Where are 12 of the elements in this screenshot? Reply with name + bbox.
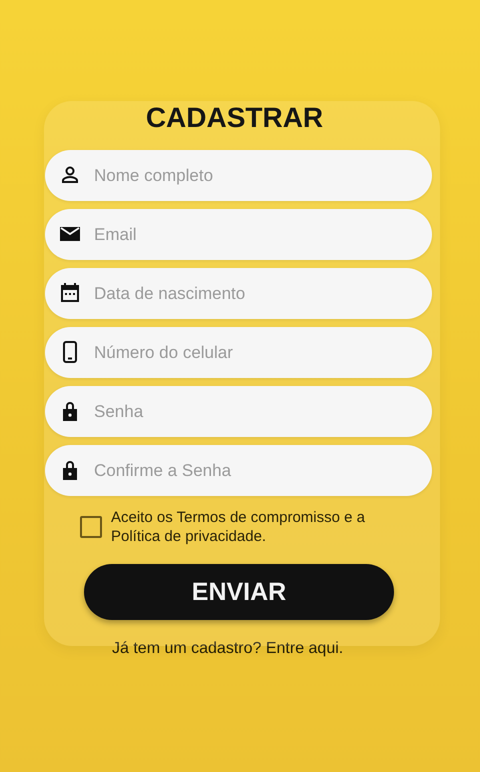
form-title: CADASTRAR xyxy=(144,101,324,135)
input-field[interactable]: Data de nascimento xyxy=(45,268,432,319)
input-field[interactable]: Senha xyxy=(45,386,432,437)
input-field[interactable]: Nome completo xyxy=(45,150,432,201)
input-field[interactable]: Número do celular xyxy=(45,327,432,378)
login-link[interactable]: Já tem um cadastro? Entre aqui. xyxy=(44,640,344,658)
calendar-icon xyxy=(58,281,82,305)
terms-checkbox[interactable] xyxy=(80,516,102,538)
input-field[interactable]: Confirme a Senha xyxy=(45,445,432,496)
input-field[interactable]: Email xyxy=(45,209,432,260)
terms-label: Aceito os Termos de compromisso e a Política de privacidade. xyxy=(111,508,366,546)
submit-button[interactable]: ENVIAR xyxy=(84,564,394,620)
